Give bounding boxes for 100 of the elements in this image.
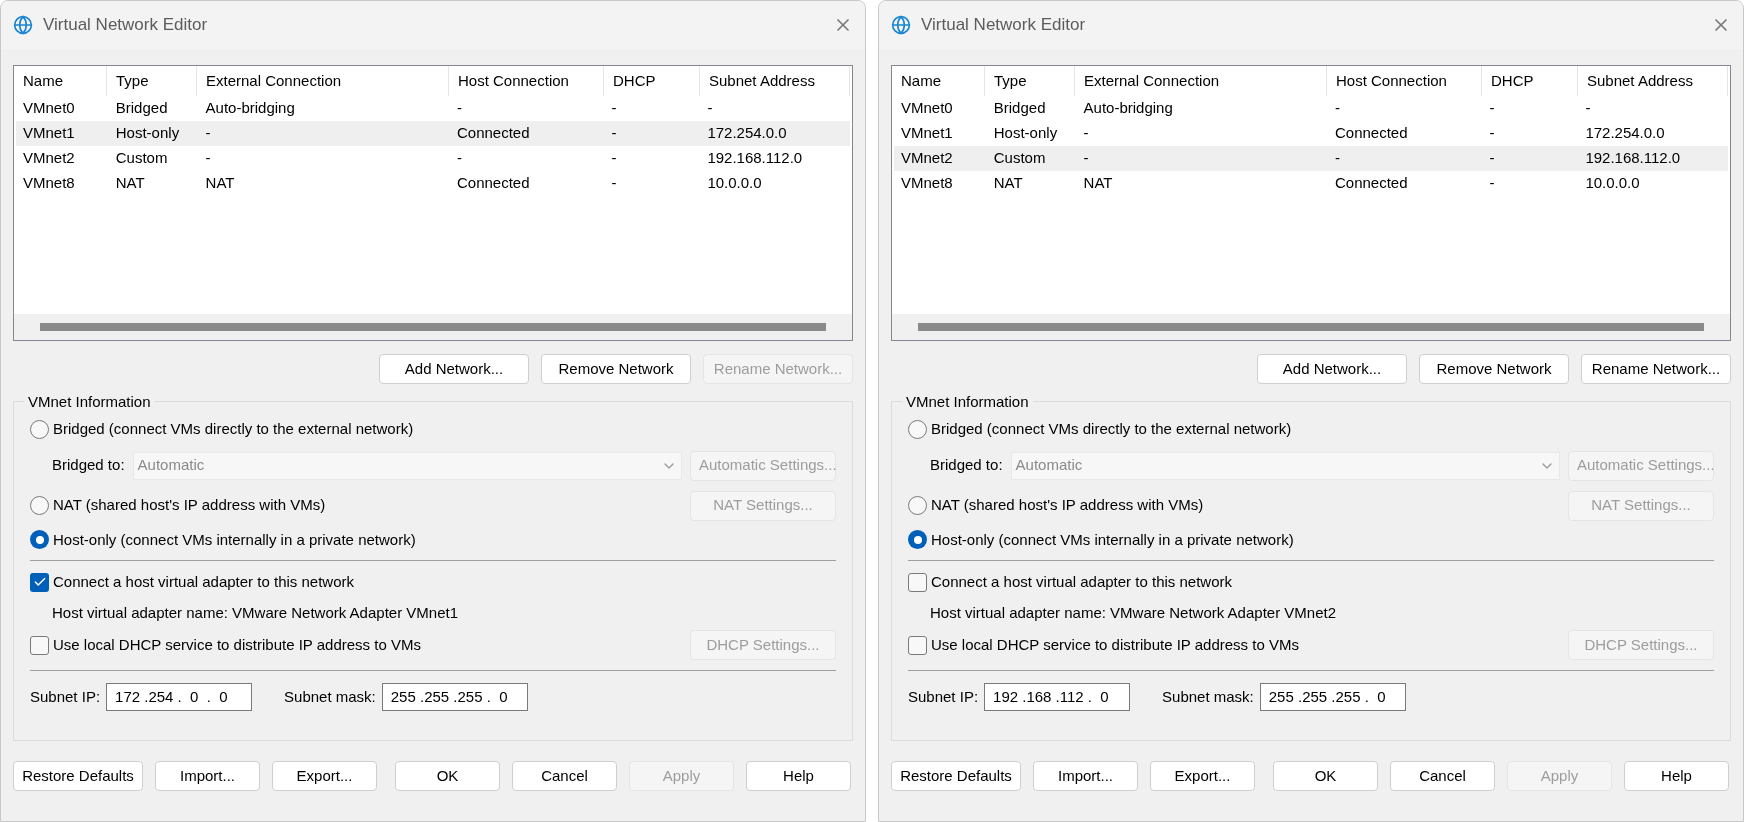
table-cell-text: - (204, 148, 212, 169)
table-row[interactable]: VMnet8 NAT NAT Connected - 10.0.0.0 (894, 171, 1728, 196)
table-row[interactable]: VMnet8 NAT NAT Connected - 10.0.0.0 (16, 171, 850, 196)
checkbox[interactable] (30, 572, 49, 592)
checkbox-label: Use local DHCP service to distribute IP address to VMs (931, 634, 1299, 655)
dialog-button[interactable]: Cancel (1390, 761, 1495, 791)
column-header[interactable]: DHCP (1482, 66, 1578, 96)
table-cell-text: 10.0.0.0 (706, 173, 763, 194)
table-cell-text: - (610, 173, 618, 194)
column-header[interactable]: Subnet Address (1578, 66, 1728, 96)
table-cell-text: - (1082, 123, 1090, 144)
dialog-button[interactable]: Import... (155, 761, 260, 791)
checkbox-label: Connect a host virtual adapter to this network (931, 572, 1232, 592)
table-cell-text: - (1082, 148, 1090, 169)
table-cell-text: VMnet8 (22, 173, 76, 194)
radio-label: NAT (shared host's IP address with VMs) (931, 495, 1204, 516)
table-cell-text: VMnet0 (900, 98, 954, 119)
column-header[interactable]: External Connection (1075, 66, 1327, 96)
table-cell-text: VMnet1 (22, 123, 76, 144)
table-action-button[interactable]: Add Network... (1257, 354, 1407, 384)
globe-icon (13, 15, 33, 35)
table-cell-text: VMnet1 (900, 123, 954, 144)
table-row[interactable]: VMnet0 Bridged Auto-bridging - - - (894, 96, 1728, 121)
adapter-name-text: Host virtual adapter name: VMware Network Adapter VMnet2 (929, 602, 1338, 623)
checkbox[interactable] (30, 635, 49, 655)
table-row[interactable]: VMnet2 Custom - - - 192.168.112.0 (894, 146, 1728, 171)
table-cell-text: Auto-bridging (204, 98, 296, 119)
checkbox[interactable] (908, 635, 927, 655)
table-cell-text: - (1488, 123, 1496, 144)
table-row[interactable]: VMnet2 Custom - - - 192.168.112.0 (16, 146, 850, 171)
table-cell-text: - (1488, 173, 1496, 194)
table-cell-text: - (455, 148, 463, 169)
table-cell-text: - (610, 123, 618, 144)
dialog-button[interactable]: Help (746, 761, 851, 791)
table-row[interactable]: VMnet1 Host-only - Connected - 172.254.0.0 (16, 121, 850, 146)
radio-button[interactable] (908, 419, 927, 439)
checkbox[interactable] (908, 572, 927, 592)
table-cell-text: Connected (1333, 123, 1409, 144)
column-header[interactable]: Name (892, 66, 985, 96)
table-cell-text: NAT (114, 173, 146, 194)
dialog-button[interactable]: Cancel (512, 761, 617, 791)
table-cell-text: - (706, 98, 714, 119)
column-header[interactable]: Type (985, 66, 1075, 96)
radio-button[interactable] (30, 496, 49, 515)
table-cell-text: 10.0.0.0 (1584, 173, 1641, 194)
table-action-button[interactable]: Rename Network... (1581, 354, 1731, 384)
subnet-ip-field[interactable]: 172 .254 . 0 . 0 (106, 683, 253, 711)
dialog-button[interactable]: Restore Defaults (891, 761, 1021, 791)
table-cell-text: Host-only (992, 123, 1059, 144)
horizontal-scrollbar[interactable] (14, 314, 852, 340)
dialog-button[interactable]: Import... (1033, 761, 1138, 791)
column-header[interactable]: DHCP (604, 66, 700, 96)
column-header[interactable]: Name (14, 66, 107, 96)
table-cell-text: Host-only (114, 123, 181, 144)
table-cell-text: - (455, 98, 463, 119)
horizontal-scrollbar[interactable] (892, 314, 1730, 340)
table-cell-text: - (1333, 148, 1341, 169)
dialog-button[interactable]: OK (395, 761, 500, 791)
subnet-mask-field[interactable]: 255 .255 .255 . 0 (1259, 683, 1406, 711)
table-action-button[interactable]: Add Network... (379, 354, 529, 384)
dialog-button[interactable]: Export... (272, 761, 377, 791)
table-cell-text: - (204, 123, 212, 144)
dialog-button[interactable]: Restore Defaults (13, 761, 143, 791)
table-row[interactable]: VMnet0 Bridged Auto-bridging - - - (16, 96, 850, 121)
radio-button[interactable] (30, 530, 49, 550)
table-action-button[interactable]: Remove Network (1419, 354, 1569, 384)
table-cell-text: - (610, 98, 618, 119)
column-header[interactable]: Host Connection (1327, 66, 1482, 96)
table-cell-text: 172.254.0.0 (706, 123, 788, 144)
table-cell-text: NAT (1082, 173, 1114, 194)
table-cell-text: Auto-bridging (1082, 98, 1174, 119)
table-cell-text: NAT (992, 173, 1024, 194)
table-row[interactable]: VMnet1 Host-only - Connected - 172.254.0.0 (894, 121, 1728, 146)
dialog-button[interactable]: Help (1624, 761, 1729, 791)
subnet-mask-field[interactable]: 255 .255 .255 . 0 (381, 683, 528, 711)
table-cell-text: Bridged (114, 98, 169, 119)
table-cell-text: - (1584, 98, 1592, 119)
table-cell-text: 192.168.112.0 (706, 148, 804, 169)
radio-button[interactable] (908, 530, 927, 550)
window-title: Virtual Network Editor (921, 14, 1086, 37)
radio-label: Bridged (connect VMs directly to the external network) (53, 419, 414, 439)
dialog-button[interactable]: OK (1273, 761, 1378, 791)
column-header[interactable]: Host Connection (449, 66, 604, 96)
table-cell-text: - (1488, 148, 1496, 169)
column-header[interactable]: Subnet Address (700, 66, 850, 96)
radio-button[interactable] (908, 496, 927, 515)
globe-icon (891, 15, 911, 35)
table-cell-text: Custom (992, 148, 1047, 169)
checkbox-label: Connect a host virtual adapter to this network (53, 572, 354, 592)
table-cell-text: Connected (455, 123, 531, 144)
table-cell-text: - (1333, 98, 1341, 119)
table-cell-text: 192.168.112.0 (1584, 148, 1682, 169)
dialog-button[interactable]: Export... (1150, 761, 1255, 791)
table-action-button[interactable]: Remove Network (541, 354, 691, 384)
table-cell-text: VMnet8 (900, 173, 954, 194)
radio-button[interactable] (30, 419, 49, 439)
subnet-ip-field[interactable]: 192 .168 .112 . 0 (984, 683, 1131, 711)
adapter-name-text: Host virtual adapter name: VMware Network Adapter VMnet1 (51, 602, 460, 623)
column-header[interactable]: Type (107, 66, 197, 96)
column-header[interactable]: External Connection (197, 66, 449, 96)
